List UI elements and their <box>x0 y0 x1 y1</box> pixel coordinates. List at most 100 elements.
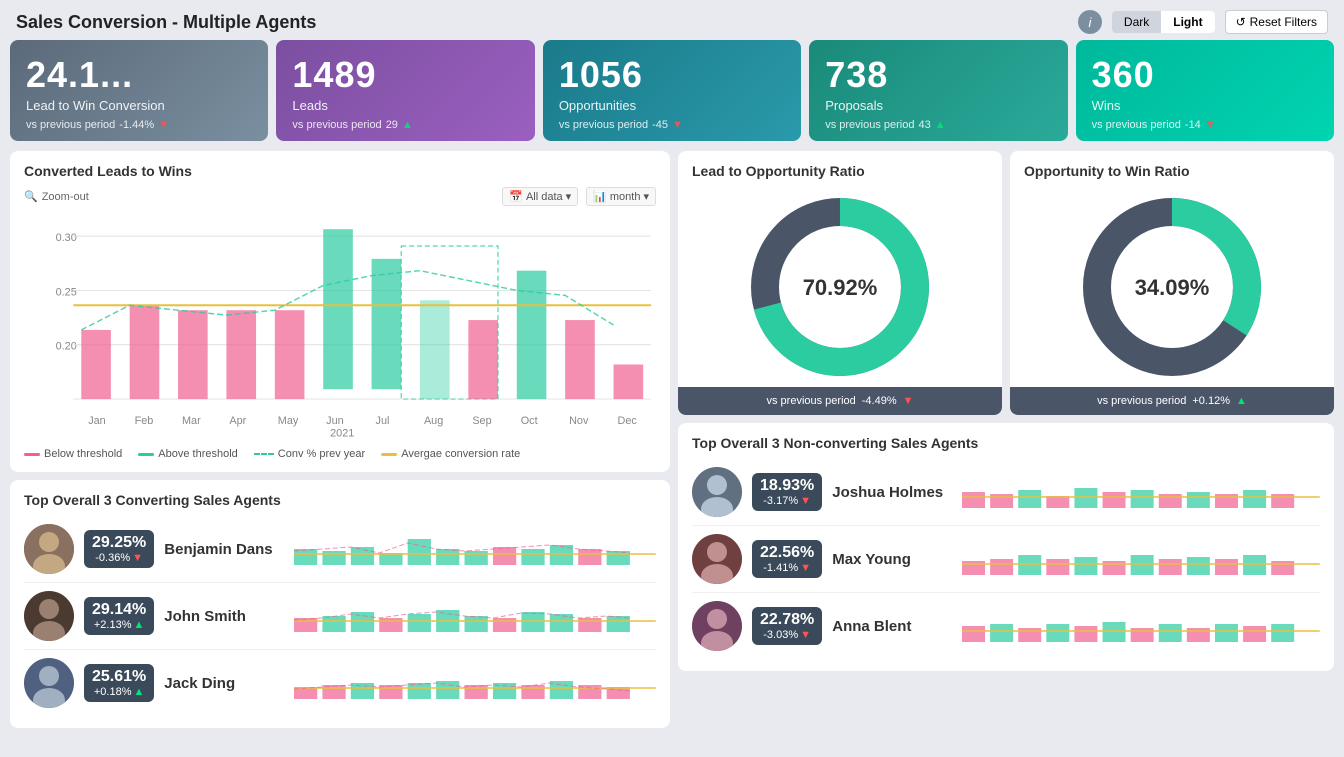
agent-row-max: 22.56% -1.41% ▼ Max Young <box>692 526 1320 593</box>
kpi-opp-arrow: ▼ <box>672 119 683 131</box>
agent-change-joshua: -3.17% ▼ <box>760 495 814 507</box>
legend-teal-dot <box>138 453 154 456</box>
kpi-prop-vs: vs previous period 43 ▲ <box>825 119 1051 131</box>
kpi-prop-label: Proposals <box>825 98 1051 113</box>
kpi-prop-value: 738 <box>825 54 1051 96</box>
svg-text:0.25: 0.25 <box>56 286 77 298</box>
left-column: Converted Leads to Wins 🔍 Zoom-out 📅 All… <box>10 151 670 736</box>
page-title: Sales Conversion - Multiple Agents <box>16 12 316 33</box>
lead-opp-title: Lead to Opportunity Ratio <box>692 163 988 179</box>
reset-filters-button[interactable]: ↺ Reset Filters <box>1225 10 1328 34</box>
lead-opp-footer: vs previous period -4.49% ▼ <box>678 387 1002 415</box>
converted-leads-panel: Converted Leads to Wins 🔍 Zoom-out 📅 All… <box>10 151 670 472</box>
right-column: Lead to Opportunity Ratio 70.92% <box>678 151 1334 736</box>
opp-win-title: Opportunity to Win Ratio <box>1024 163 1320 179</box>
kpi-opp-vs: vs previous period -45 ▼ <box>559 119 785 131</box>
agent-name-joshua: Joshua Holmes <box>832 484 952 501</box>
donut-row: Lead to Opportunity Ratio 70.92% <box>678 151 1334 423</box>
legend-above-threshold: Above threshold <box>138 448 238 460</box>
zoom-icon: 🔍 <box>24 190 38 203</box>
kpi-prop-arrow: ▲ <box>935 119 946 131</box>
kpi-leads-arrow: ▲ <box>402 119 413 131</box>
opp-win-footer: vs previous period +0.12% ▲ <box>1010 387 1334 415</box>
kpi-lead-win-arrow: ▼ <box>158 119 169 131</box>
agent-name-anna: Anna Blent <box>832 618 952 635</box>
agent-name-jack: Jack Ding <box>164 675 284 692</box>
zoom-out-button[interactable]: 🔍 Zoom-out <box>24 190 89 203</box>
svg-text:0.20: 0.20 <box>56 341 77 353</box>
sparkline-max <box>962 539 1320 579</box>
agent-change-benjamin: -0.36% ▼ <box>92 552 146 564</box>
kpi-wins-vs: vs previous period -14 ▼ <box>1092 119 1318 131</box>
sparkline-john <box>294 596 656 636</box>
avatar-jack <box>24 658 74 708</box>
avatar-max <box>692 534 742 584</box>
chart-filters: 📅 All data ▾ 📊 month ▾ <box>502 187 656 206</box>
legend-above-label: Above threshold <box>158 448 238 460</box>
stat-box-jack: 25.61% +0.18% ▲ <box>84 664 154 702</box>
agent-pct-max: 22.56% <box>760 544 814 562</box>
info-button[interactable]: i <box>1078 10 1102 34</box>
opp-win-chart: 34.09% <box>1024 187 1320 387</box>
svg-text:Mar: Mar <box>182 415 201 427</box>
kpi-wins-arrow: ▼ <box>1205 119 1216 131</box>
agent-pct-benjamin: 29.25% <box>92 534 146 552</box>
agent-name-max: Max Young <box>832 551 952 568</box>
top-nonconverting-title: Top Overall 3 Non-converting Sales Agent… <box>692 435 1320 451</box>
svg-text:70.92%: 70.92% <box>803 275 878 300</box>
lead-opp-panel: Lead to Opportunity Ratio 70.92% <box>678 151 1002 415</box>
agent-change-john: +2.13% ▲ <box>92 619 146 631</box>
legend-conv-label: Conv % prev year <box>278 448 365 460</box>
kpi-opportunities: 1056 Opportunities vs previous period -4… <box>543 40 801 141</box>
kpi-proposals: 738 Proposals vs previous period 43 ▲ <box>809 40 1067 141</box>
kpi-leads-vs: vs previous period 29 ▲ <box>292 119 518 131</box>
agent-pct-jack: 25.61% <box>92 668 146 686</box>
avatar-benjamin <box>24 524 74 574</box>
stat-box-anna: 22.78% -3.03% ▼ <box>752 607 822 645</box>
chevron-down-icon2: ▾ <box>643 190 649 203</box>
dark-mode-button[interactable]: Dark <box>1112 11 1161 33</box>
kpi-wins-label: Wins <box>1092 98 1318 113</box>
svg-text:Nov: Nov <box>569 415 589 427</box>
stat-box-joshua: 18.93% -3.17% ▼ <box>752 473 822 511</box>
month-filter[interactable]: 📊 month ▾ <box>586 187 656 206</box>
agent-row-john: 29.14% +2.13% ▲ John Smith <box>24 583 656 650</box>
top-converting-panel: Top Overall 3 Converting Sales Agents 29… <box>10 480 670 728</box>
light-mode-button[interactable]: Light <box>1161 11 1214 33</box>
main-chart: 0.30 0.25 0.20 <box>24 210 656 440</box>
chart-controls: 🔍 Zoom-out 📅 All data ▾ 📊 month ▾ <box>24 187 656 206</box>
kpi-wins: 360 Wins vs previous period -14 ▼ <box>1076 40 1334 141</box>
lead-opp-chart: 70.92% <box>692 187 988 387</box>
agent-pct-joshua: 18.93% <box>760 477 814 495</box>
sparkline-benjamin <box>294 529 656 569</box>
converted-leads-title: Converted Leads to Wins <box>24 163 656 179</box>
sparkline-jack <box>294 663 656 703</box>
header-controls: i Dark Light ↺ Reset Filters <box>1078 10 1328 34</box>
theme-toggle: Dark Light <box>1112 11 1215 33</box>
svg-text:Aug: Aug <box>424 415 443 427</box>
agent-change-max: -1.41% ▼ <box>760 562 814 574</box>
svg-text:Jul: Jul <box>376 415 390 427</box>
kpi-leads: 1489 Leads vs previous period 29 ▲ <box>276 40 534 141</box>
kpi-lead-win: 24.1... Lead to Win Conversion vs previo… <box>10 40 268 141</box>
avatar-john <box>24 591 74 641</box>
legend-avg-label: Avergae conversion rate <box>401 448 520 460</box>
legend-conv-prev-year: Conv % prev year <box>254 448 365 460</box>
svg-text:May: May <box>278 415 299 427</box>
top-nonconverting-panel: Top Overall 3 Non-converting Sales Agent… <box>678 423 1334 671</box>
svg-text:2021: 2021 <box>330 428 354 440</box>
kpi-lead-win-label: Lead to Win Conversion <box>26 98 252 113</box>
converted-leads-chart: 0.30 0.25 0.20 <box>24 210 656 440</box>
kpi-row: 24.1... Lead to Win Conversion vs previo… <box>0 40 1344 151</box>
top-converting-title: Top Overall 3 Converting Sales Agents <box>24 492 656 508</box>
svg-text:Dec: Dec <box>617 415 637 427</box>
svg-text:34.09%: 34.09% <box>1135 275 1210 300</box>
all-data-filter[interactable]: 📅 All data ▾ <box>502 187 578 206</box>
agent-pct-john: 29.14% <box>92 601 146 619</box>
calendar-icon: 📅 <box>509 190 523 203</box>
kpi-opp-label: Opportunities <box>559 98 785 113</box>
stat-box-benjamin: 29.25% -0.36% ▼ <box>84 530 154 568</box>
header: Sales Conversion - Multiple Agents i Dar… <box>0 0 1344 40</box>
avatar-joshua <box>692 467 742 517</box>
kpi-wins-value: 360 <box>1092 54 1318 96</box>
